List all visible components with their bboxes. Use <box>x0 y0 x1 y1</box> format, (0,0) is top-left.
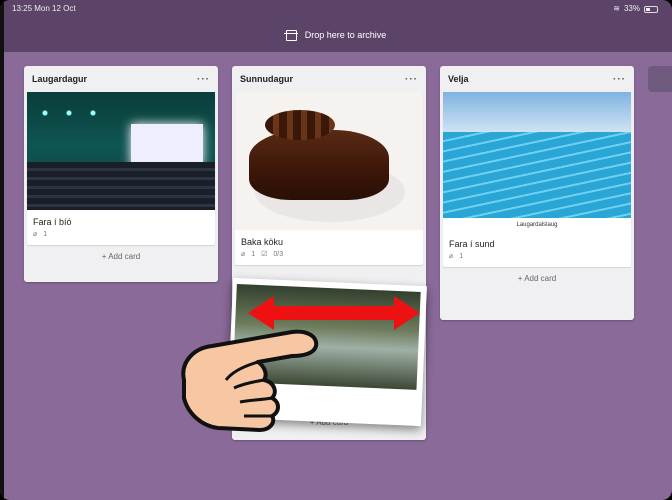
list-header: Velja ··· <box>440 66 634 92</box>
list-menu-button[interactable]: ··· <box>405 74 418 85</box>
card-meta: ⌀ 1 <box>443 252 631 267</box>
pointing-hand-icon <box>181 329 319 432</box>
checklist-icon: ☑ <box>261 251 268 258</box>
attachment-count: 1 <box>43 230 48 238</box>
next-list-stub[interactable] <box>648 66 672 92</box>
card-title: Fara í sund <box>449 239 495 249</box>
card-image-pool: Laugardalslaug <box>443 92 631 232</box>
card-image-cinema <box>27 92 215 210</box>
add-card-button[interactable]: + Add card <box>24 245 218 269</box>
card-fara-i-bio[interactable]: Fara í bíó ⌀ 1 <box>27 92 215 245</box>
archive-icon <box>283 29 298 41</box>
attachment-icon: ⌀ <box>241 251 246 258</box>
status-right: ≋ 33% <box>613 0 658 18</box>
list-laugardagur: Laugardagur ··· Fara í bíó ⌀ 1 + Add car… <box>24 66 218 282</box>
archive-drop-zone[interactable]: Drop here to archive <box>0 18 672 52</box>
wifi-icon: ≋ <box>613 4 620 13</box>
image-caption: Laugardalslaug <box>443 218 631 232</box>
card-fara-i-sund[interactable]: Laugardalslaug Fara í sund ⌀ 1 <box>443 92 631 267</box>
status-time: 13:25 Mon 12 Oct <box>12 4 76 13</box>
card-meta: ⌀ 1 ☑ 0/3 <box>235 250 423 265</box>
card-image-cake <box>235 92 423 230</box>
checklist-progress: 0/3 <box>273 250 284 258</box>
attachment-count: 1 <box>459 252 464 260</box>
card-baka-koku[interactable]: Baka köku ⌀ 1 ☑ 0/3 <box>235 92 423 265</box>
card-meta: ⌀ 1 <box>27 230 215 245</box>
battery-percent: 33% <box>623 4 640 13</box>
add-card-button[interactable]: + Add card <box>440 267 634 291</box>
status-bar: 13:25 Mon 12 Oct ≋ 33% <box>0 0 672 18</box>
attachment-icon: ⌀ <box>449 253 454 260</box>
card-title: Baka köku <box>241 237 284 247</box>
archive-label: Drop here to archive <box>304 30 387 40</box>
list-velja: Velja ··· Laugardalslaug Fara í sund ⌀ 1… <box>440 66 634 320</box>
list-header: Sunnudagur ··· <box>232 66 426 92</box>
list-title: Velja <box>448 74 469 84</box>
battery-icon <box>644 5 658 13</box>
attachment-count: 1 <box>251 250 256 258</box>
list-title: Sunnudagur <box>240 74 293 84</box>
list-title: Laugardagur <box>32 74 88 84</box>
attachment-icon: ⌀ <box>33 231 38 238</box>
list-menu-button[interactable]: ··· <box>197 74 210 85</box>
list-menu-button[interactable]: ··· <box>613 74 626 85</box>
card-title: Fara í bíó <box>33 217 72 227</box>
ipad-screen: 13:25 Mon 12 Oct ≋ 33% Drop here to arch… <box>0 0 672 500</box>
list-header: Laugardagur ··· <box>24 66 218 92</box>
